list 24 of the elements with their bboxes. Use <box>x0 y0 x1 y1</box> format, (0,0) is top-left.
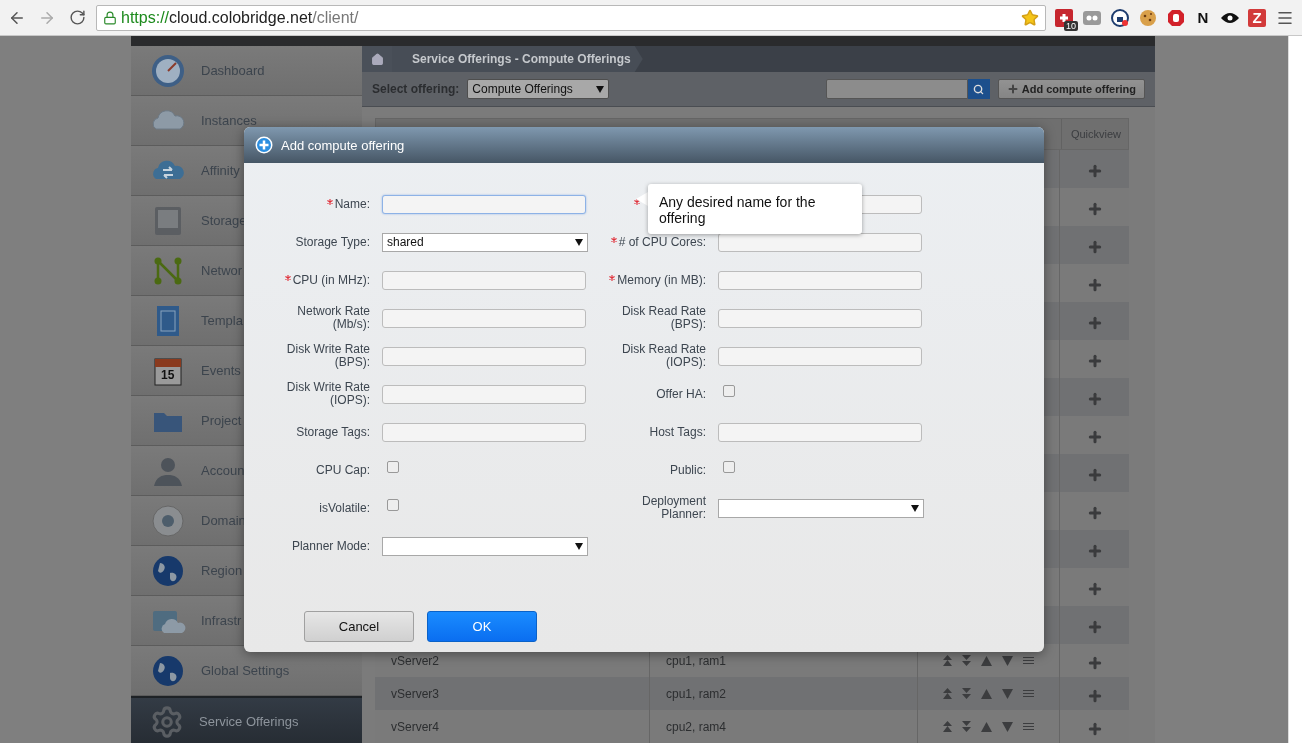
field-label: Name: <box>334 197 370 211</box>
calendar-date: 15 <box>161 368 175 382</box>
field-label: Disk Read Rate (IOPS): <box>620 343 706 369</box>
field-label: CPU (in MHz): <box>292 273 370 287</box>
table-cell: vServer4 <box>375 710 650 743</box>
field-label: Public: <box>669 463 706 477</box>
field-label: Host Tags: <box>649 425 706 439</box>
field-label: # of CPU Cores: <box>618 235 706 249</box>
field-label: Disk Write Rate (BPS): <box>285 343 370 369</box>
table-cell: cpu2, ram4 <box>650 710 918 743</box>
field-label: Memory (in MB): <box>617 273 706 287</box>
field-label: Disk Write Rate (IOPS): <box>285 381 370 407</box>
field-label: Deployment Planner: <box>640 495 706 521</box>
field-label: Planner Mode: <box>291 539 370 553</box>
badge: 10 <box>1064 20 1078 31</box>
url-text: https://cloud.colobridge.net/client/ <box>121 8 359 27</box>
field-label: Disk Read Rate (BPS): <box>620 305 706 331</box>
field-label: Storage Type: <box>295 235 370 249</box>
tooltip: Any desired name for the offering <box>648 184 862 234</box>
field-label: CPU Cap: <box>315 463 370 477</box>
field-label: Offer HA: <box>656 387 706 401</box>
field-label: Storage Tags: <box>296 425 370 439</box>
field-label: Network Rate (Mb/s): <box>296 305 370 331</box>
field-label: isVolatile: <box>319 501 370 515</box>
